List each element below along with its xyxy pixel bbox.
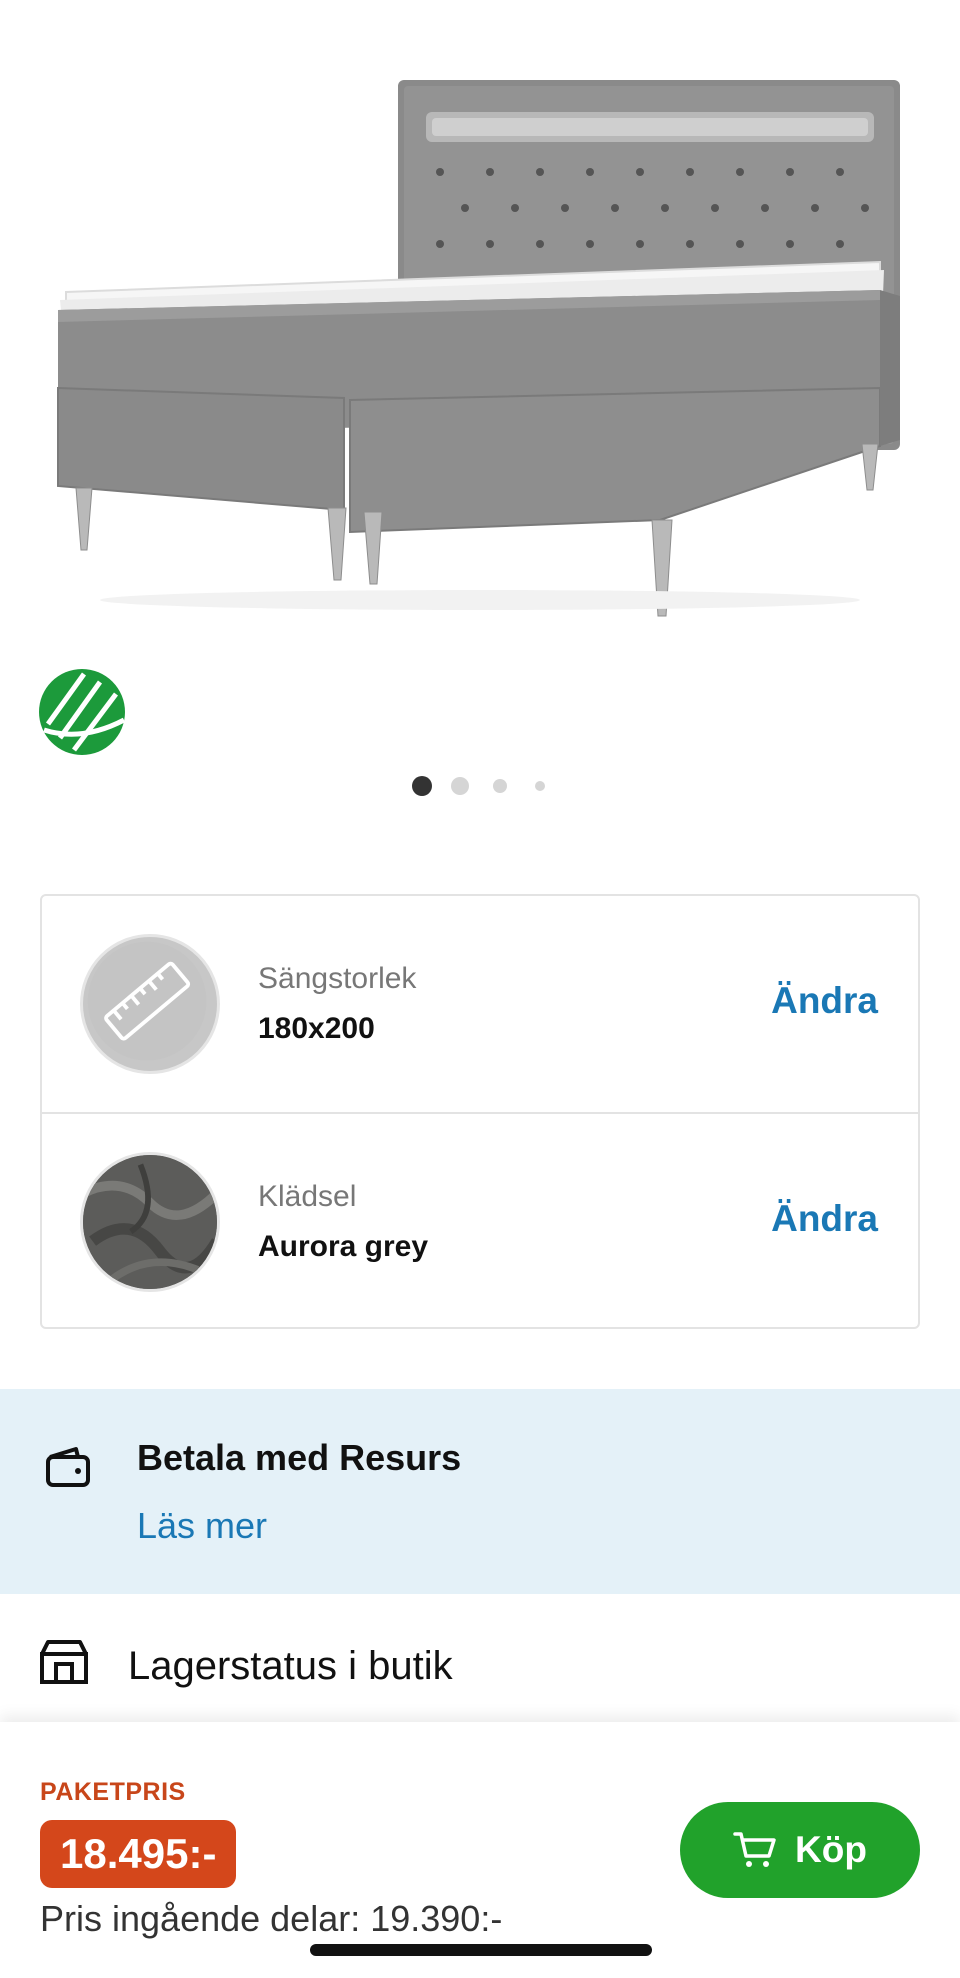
carousel-dot-2[interactable]: [451, 777, 469, 795]
config-row-upholstery[interactable]: Klädsel Aurora grey Ändra: [42, 1112, 918, 1328]
upholstery-value: Aurora grey: [258, 1230, 429, 1263]
carousel-dot-1[interactable]: [412, 776, 432, 796]
buy-button-label: Köp: [795, 1829, 867, 1870]
package-price-tag: PAKETPRIS: [40, 1778, 186, 1806]
bed-size-label: Sängstorlek: [258, 962, 417, 995]
carousel-pagination[interactable]: [0, 772, 960, 796]
store-stock-row[interactable]: Lagerstatus i butik: [0, 1594, 960, 1724]
purchase-bar: PAKETPRIS 18.495:- Pris ingående delar: …: [0, 1722, 960, 1978]
wallet-icon: [46, 1447, 90, 1487]
upholstery-label: Klädsel: [258, 1180, 357, 1213]
fabric-swatch: [80, 1152, 220, 1292]
bed-size-value: 180x200: [258, 1012, 375, 1045]
parts-price-text: Pris ingående delar: 19.390:-: [40, 1898, 503, 1939]
resurs-read-more-link[interactable]: Läs mer: [137, 1505, 267, 1547]
product-config-card: Sängstorlek 180x200 Ändra Klädsel Aurora…: [40, 894, 920, 1329]
carousel-dot-4[interactable]: [535, 781, 545, 791]
resurs-title: Betala med Resurs: [137, 1437, 462, 1478]
config-row-bed-size[interactable]: Sängstorlek 180x200 Ändra: [42, 896, 918, 1112]
store-icon: [40, 1640, 88, 1684]
change-upholstery-link[interactable]: Ändra: [771, 1198, 878, 1240]
carousel-dot-3[interactable]: [493, 779, 507, 793]
price-badge: 18.495:-: [40, 1820, 237, 1888]
ruler-icon: [80, 934, 220, 1074]
nordic-swan-ecolabel-icon: [39, 669, 126, 755]
bed-illustration: [57, 80, 900, 617]
resurs-payment-block: Betala med Resurs Läs mer: [0, 1389, 960, 1594]
home-indicator[interactable]: [310, 1944, 652, 1956]
change-bed-size-link[interactable]: Ändra: [771, 980, 878, 1022]
stock-status-label: Lagerstatus i butik: [128, 1644, 453, 1688]
product-image: [0, 0, 960, 640]
buy-button[interactable]: Köp: [680, 1802, 920, 1898]
cart-icon: [733, 1832, 776, 1867]
